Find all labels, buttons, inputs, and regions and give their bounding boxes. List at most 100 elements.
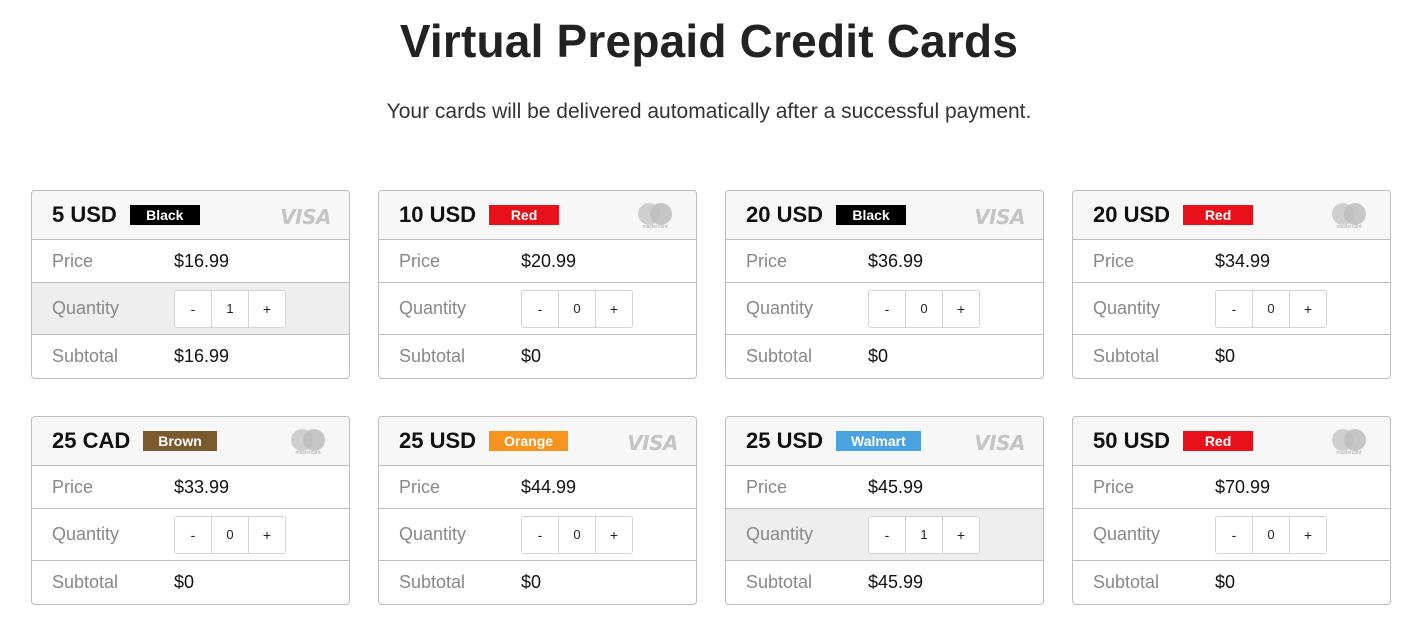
quantity-input[interactable]: 0	[558, 290, 596, 327]
quantity-row: Quantity -0 +	[1073, 509, 1390, 561]
price-label: Price	[52, 250, 94, 271]
quantity-input[interactable]: 0	[1252, 290, 1290, 327]
card-amount: 50 USD	[1093, 428, 1171, 453]
visa-logo-icon: VISA	[627, 431, 678, 455]
product-card: 20 USD Red mastercard Price $34.99 Quantity -0…	[1072, 190, 1391, 379]
quantity-input[interactable]: 1	[211, 290, 249, 327]
product-card: 50 USD Red mastercard Price $70.99 Quantity -0…	[1072, 416, 1391, 605]
subtotal-row: Subtotal $0	[1073, 335, 1390, 378]
decrement-button[interactable]: -	[175, 516, 211, 553]
price-label: Price	[746, 476, 788, 497]
decrement-button[interactable]: -	[869, 516, 905, 553]
subtotal-label: Subtotal	[1093, 572, 1160, 592]
quantity-input[interactable]: 0	[211, 516, 249, 553]
price-row: Price $70.99	[1073, 466, 1390, 509]
increment-button[interactable]: +	[596, 516, 632, 553]
quantity-stepper: -1 +	[174, 289, 286, 328]
quantity-row: Quantity -0 +	[726, 283, 1043, 335]
price-row: Price $20.99	[379, 240, 696, 283]
card-amount: 25 USD	[399, 428, 477, 453]
product-card: 5 USD Black VISA Price $16.99 Quantity -1 + Subt…	[31, 190, 350, 379]
price-row: Price $33.99	[32, 466, 349, 509]
price-row: Price $36.99	[726, 240, 1043, 283]
price-row: Price $44.99	[379, 466, 696, 509]
price-value: $16.99	[174, 250, 230, 271]
increment-button[interactable]: +	[1290, 516, 1326, 553]
increment-button[interactable]: +	[943, 516, 979, 553]
quantity-label: Quantity	[746, 524, 814, 544]
quantity-stepper: -0 +	[521, 289, 633, 328]
decrement-button[interactable]: -	[869, 290, 905, 327]
increment-button[interactable]: +	[1290, 290, 1326, 327]
subtotal-row: Subtotal $0	[379, 335, 696, 378]
quantity-stepper: -0 +	[521, 515, 633, 554]
mastercard-logo-text: mastercard	[1336, 224, 1362, 230]
price-value: $70.99	[1215, 476, 1271, 497]
card-header: 50 USD Red mastercard	[1073, 417, 1390, 466]
card-header: 25 USD Walmart VISA	[726, 417, 1043, 466]
quantity-stepper: -0 +	[1215, 515, 1327, 554]
quantity-input[interactable]: 1	[905, 516, 943, 553]
decrement-button[interactable]: -	[1216, 516, 1252, 553]
subtotal-row: Subtotal $0	[1073, 561, 1390, 604]
quantity-input[interactable]: 0	[1252, 516, 1290, 553]
product-card: 25 CAD Brown mastercard Price $33.99 Quantity…	[31, 416, 350, 605]
page-subtitle: Your cards will be delivered automatical…	[386, 100, 1032, 123]
product-card: 25 USD Walmart VISA Price $45.99 Quantity -1 + S…	[725, 416, 1044, 605]
subtotal-value: $0	[521, 572, 542, 592]
card-header: 10 USD Red mastercard	[379, 191, 696, 240]
price-row: Price $34.99	[1073, 240, 1390, 283]
quantity-stepper: -0 +	[174, 515, 286, 554]
subtotal-row: Subtotal $0	[32, 561, 349, 604]
mastercard-logo-icon: mastercard	[1330, 429, 1368, 456]
subtotal-row: Subtotal $45.99	[726, 561, 1043, 604]
decrement-button[interactable]: -	[522, 290, 558, 327]
quantity-row: Quantity -0 +	[379, 509, 696, 561]
increment-button[interactable]: +	[249, 290, 285, 327]
card-amount: 10 USD	[399, 202, 477, 227]
visa-logo-icon: VISA	[280, 205, 331, 229]
product-card: 25 USD Orange VISA Price $44.99 Quantity -0 + Su…	[378, 416, 697, 605]
price-value: $45.99	[868, 476, 924, 497]
price-value: $20.99	[521, 250, 577, 271]
price-row: Price $16.99	[32, 240, 349, 283]
price-label: Price	[52, 476, 94, 497]
decrement-button[interactable]: -	[175, 290, 211, 327]
quantity-input[interactable]: 0	[905, 290, 943, 327]
quantity-label: Quantity	[52, 298, 120, 318]
subtotal-row: Subtotal $0	[379, 561, 696, 604]
subtotal-value: $0	[1215, 572, 1236, 592]
price-label: Price	[746, 250, 788, 271]
card-type-badge: Red	[1183, 205, 1254, 225]
card-type-badge: Red	[489, 205, 560, 225]
subtotal-value: $0	[521, 346, 542, 366]
mastercard-logo-icon: mastercard	[1330, 203, 1368, 230]
card-amount: 20 USD	[1093, 202, 1171, 227]
visa-logo-icon: VISA	[974, 205, 1025, 229]
visa-logo-icon: VISA	[974, 431, 1025, 455]
increment-button[interactable]: +	[943, 290, 979, 327]
subtotal-label: Subtotal	[1093, 346, 1160, 366]
decrement-button[interactable]: -	[1216, 290, 1252, 327]
quantity-input[interactable]: 0	[558, 516, 596, 553]
quantity-label: Quantity	[746, 298, 814, 318]
card-amount: 25 CAD	[52, 428, 131, 453]
subtotal-label: Subtotal	[52, 346, 119, 366]
subtotal-value: $0	[868, 346, 889, 366]
card-amount: 20 USD	[746, 202, 824, 227]
product-card: 20 USD Black VISA Price $36.99 Quantity -0 + Sub…	[725, 190, 1044, 379]
card-type-badge: Brown	[143, 431, 217, 451]
mastercard-logo-text: mastercard	[642, 224, 668, 230]
subtotal-row: Subtotal $0	[726, 335, 1043, 378]
mastercard-logo-text: mastercard	[295, 450, 321, 456]
mastercard-logo-icon: mastercard	[289, 429, 327, 456]
quantity-label: Quantity	[1093, 298, 1161, 318]
quantity-row: Quantity -0 +	[32, 509, 349, 561]
quantity-label: Quantity	[399, 524, 467, 544]
card-type-badge: Orange	[489, 431, 569, 451]
increment-button[interactable]: +	[596, 290, 632, 327]
decrement-button[interactable]: -	[522, 516, 558, 553]
subtotal-label: Subtotal	[746, 572, 813, 592]
increment-button[interactable]: +	[249, 516, 285, 553]
card-type-badge: Black	[129, 205, 200, 225]
